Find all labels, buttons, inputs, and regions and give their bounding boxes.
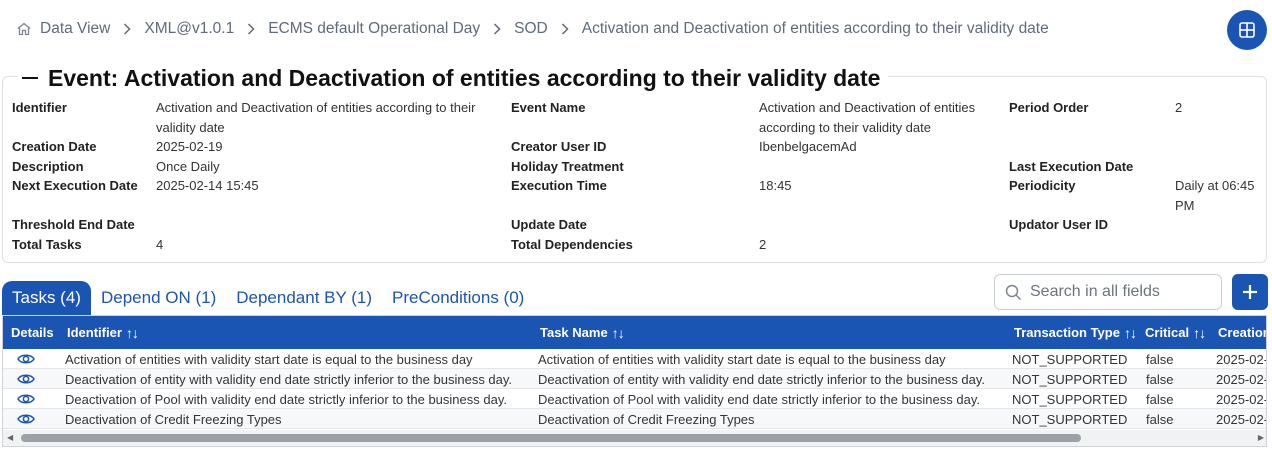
chevron-right-icon <box>560 22 570 36</box>
event-title: Event: Activation and Deactivation of en… <box>18 62 889 94</box>
tab-bar: Tasks (4) Depend ON (1) Dependant BY (1)… <box>2 281 534 315</box>
cell-transaction-type: NOT_SUPPORTED <box>1012 371 1128 387</box>
scroll-left-arrow-icon[interactable]: ◀ <box>7 433 13 442</box>
chevron-right-icon <box>122 22 132 36</box>
view-details-eye-icon[interactable] <box>17 391 35 407</box>
column-header-identifier[interactable]: Identifier ↑↓ <box>67 316 139 349</box>
creation-date-value: 2025-02-19 <box>156 139 223 154</box>
tab-tasks[interactable]: Tasks (4) <box>2 281 91 315</box>
view-details-eye-icon[interactable] <box>17 371 35 387</box>
description-label: Description <box>12 159 84 174</box>
view-details-eye-icon[interactable] <box>17 351 35 367</box>
total-dependencies-label: Total Dependencies <box>511 237 633 252</box>
table-row[interactable]: Deactivation of Credit Freezing Types De… <box>3 409 1267 429</box>
period-order-value: 2 <box>1175 100 1183 115</box>
next-execution-date-value: 2025-02-14 15:45 <box>156 178 259 193</box>
cell-task-name: Activation of entities with validity sta… <box>538 351 946 367</box>
identifier-value: Activation and Deactivation of entities … <box>156 100 476 135</box>
cell-transaction-type: NOT_SUPPORTED <box>1012 411 1128 427</box>
column-header-details: Details <box>11 325 54 340</box>
table-body: Activation of entities with validity sta… <box>3 349 1267 429</box>
sort-icon[interactable]: ↑↓ <box>612 325 625 341</box>
sort-icon[interactable]: ↑↓ <box>126 325 139 341</box>
table-row[interactable]: Deactivation of entity with validity end… <box>3 369 1267 389</box>
updator-user-id-label: Updator User ID <box>1009 217 1108 232</box>
table-row[interactable]: Activation of entities with validity sta… <box>3 349 1267 369</box>
view-details-eye-icon[interactable] <box>17 411 35 427</box>
tab-dependant-by[interactable]: Dependant BY (1) <box>226 281 382 315</box>
column-header-creation[interactable]: Creation <box>1218 316 1266 349</box>
creation-date-label: Creation Date <box>12 139 97 154</box>
cell-creation: 2025-02- <box>1216 391 1267 407</box>
cell-creation: 2025-02- <box>1216 411 1267 427</box>
total-tasks-label: Total Tasks <box>12 237 82 252</box>
cell-critical: false <box>1146 391 1174 407</box>
period-order-label: Period Order <box>1009 100 1089 115</box>
holiday-treatment-label: Holiday Treatment <box>511 159 624 174</box>
tab-depend-on[interactable]: Depend ON (1) <box>91 281 226 315</box>
search-icon <box>1005 284 1022 301</box>
search-box <box>994 274 1222 310</box>
plus-icon <box>1241 283 1259 301</box>
add-task-button[interactable] <box>1232 274 1268 310</box>
cell-transaction-type: NOT_SUPPORTED <box>1012 351 1128 367</box>
table-row[interactable]: Deactivation of Pool with validity end d… <box>3 389 1267 409</box>
periodicity-label: Periodicity <box>1009 178 1076 193</box>
scrollbar-thumb[interactable] <box>21 434 1081 442</box>
sort-icon[interactable]: ↑↓ <box>1124 325 1137 341</box>
identifier-label: Identifier <box>12 100 67 115</box>
breadcrumb: Data View XML@v1.0.1 ECMS default Operat… <box>16 17 1049 41</box>
cell-identifier: Deactivation of Pool with validity end d… <box>65 391 507 407</box>
periodicity-value: Daily at 06:45 PM <box>1175 178 1255 213</box>
cell-critical: false <box>1146 371 1174 387</box>
cell-identifier: Deactivation of entity with validity end… <box>65 371 513 387</box>
column-header-critical[interactable]: Critical ↑↓ <box>1145 316 1206 349</box>
breadcrumb-item-operational-day[interactable]: ECMS default Operational Day <box>268 20 480 38</box>
creator-user-id-label: Creator User ID <box>511 139 607 154</box>
cell-critical: false <box>1146 411 1174 427</box>
event-title-text: Event: Activation and Deactivation of en… <box>48 64 881 91</box>
total-tasks-value: 4 <box>156 237 164 252</box>
chevron-right-icon <box>246 22 256 36</box>
execution-time-label: Execution Time <box>511 178 607 193</box>
cell-creation: 2025-02- <box>1216 371 1267 387</box>
event-name-value: Activation and Deactivation of entities … <box>759 100 976 135</box>
cell-task-name: Deactivation of Credit Freezing Types <box>538 411 755 427</box>
next-execution-date-label: Next Execution Date <box>12 178 138 193</box>
tasks-table: Details Identifier ↑↓ Task Name ↑↓ Transac… <box>2 315 1267 447</box>
cell-identifier: Deactivation of Credit Freezing Types <box>65 411 282 427</box>
table-header: Details Identifier ↑↓ Task Name ↑↓ Transac… <box>3 316 1266 349</box>
cell-task-name: Deactivation of entity with validity end… <box>538 371 986 387</box>
scroll-right-arrow-icon[interactable]: ▶ <box>1258 433 1264 442</box>
search-input[interactable] <box>1030 283 1210 301</box>
breadcrumb-item-data-view[interactable]: Data View <box>40 20 110 38</box>
cell-identifier: Activation of entities with validity sta… <box>65 351 473 367</box>
execution-time-value: 18:45 <box>759 178 792 193</box>
cell-critical: false <box>1146 351 1174 367</box>
breadcrumb-item-xml[interactable]: XML@v1.0.1 <box>144 20 234 38</box>
grid-view-button[interactable] <box>1227 10 1267 50</box>
description-value: Once Daily <box>156 159 220 174</box>
total-dependencies-value: 2 <box>759 237 767 252</box>
cell-task-name: Deactivation of Pool with validity end d… <box>538 391 980 407</box>
home-icon[interactable] <box>16 21 32 37</box>
cell-transaction-type: NOT_SUPPORTED <box>1012 391 1128 407</box>
horizontal-scrollbar[interactable]: ◀ ▶ <box>3 430 1266 446</box>
tab-preconditions[interactable]: PreConditions (0) <box>382 281 534 315</box>
event-name-label: Event Name <box>511 100 586 115</box>
threshold-end-date-label: Threshold End Date <box>12 217 135 232</box>
collapse-icon[interactable] <box>22 76 38 80</box>
sort-icon[interactable]: ↑↓ <box>1193 325 1206 341</box>
column-header-transaction-type[interactable]: Transaction Type ↑↓ <box>1014 316 1137 349</box>
breadcrumb-item-sod[interactable]: SOD <box>514 20 548 38</box>
creator-user-id-value: IbenbelgacemAd <box>759 139 857 154</box>
grid-icon <box>1238 21 1256 39</box>
cell-creation: 2025-02- <box>1216 351 1267 367</box>
last-execution-date-label: Last Execution Date <box>1009 159 1134 174</box>
column-header-task-name[interactable]: Task Name ↑↓ <box>540 316 625 349</box>
chevron-right-icon <box>492 22 502 36</box>
update-date-label: Update Date <box>511 217 587 232</box>
breadcrumb-item-current: Activation and Deactivation of entities … <box>581 20 1049 37</box>
